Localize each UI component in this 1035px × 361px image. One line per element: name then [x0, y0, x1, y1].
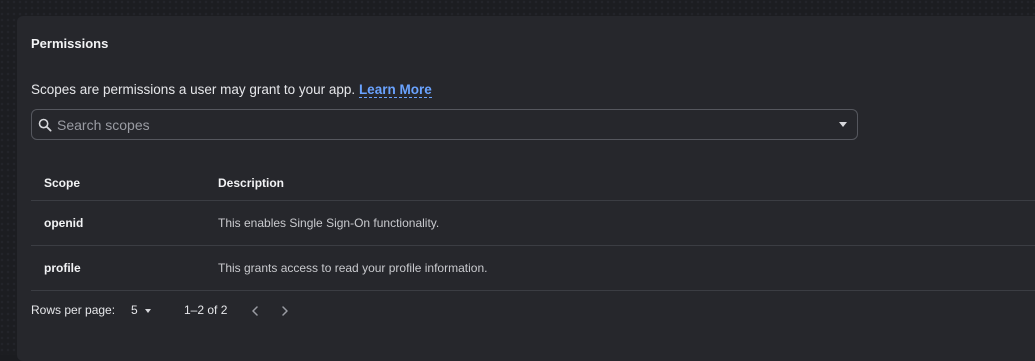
scopes-table: Scope Description openid This enables Si…	[31, 165, 1035, 291]
rows-per-page-select[interactable]: 5	[129, 301, 159, 321]
table-row: profile This grants access to read your …	[31, 246, 1035, 291]
chevron-down-icon[interactable]	[839, 122, 847, 127]
intro-text: Scopes are permissions a user may grant …	[31, 82, 432, 98]
column-header-description: Description	[218, 175, 285, 190]
search-icon	[38, 118, 52, 132]
table-header: Scope Description	[31, 165, 1035, 201]
rows-per-page-value: 5	[131, 303, 138, 317]
chevron-down-icon	[145, 309, 151, 313]
table-row: openid This enables Single Sign-On funct…	[31, 201, 1035, 246]
rows-per-page-label: Rows per page:	[31, 303, 116, 317]
intro-description: Scopes are permissions a user may grant …	[31, 82, 356, 97]
permissions-card: Permissions Scopes are permissions a use…	[17, 16, 1035, 361]
search-input[interactable]	[57, 110, 817, 139]
learn-more-link[interactable]: Learn More	[358, 82, 432, 98]
scope-description: This grants access to read your profile …	[218, 261, 488, 275]
chevron-right-icon[interactable]	[277, 303, 293, 319]
scope-name: profile	[44, 261, 81, 275]
search-scopes-field[interactable]	[31, 109, 858, 140]
scope-description: This enables Single Sign-On functionalit…	[218, 216, 440, 230]
pagination-range: 1–2 of 2	[184, 303, 228, 317]
chevron-left-icon[interactable]	[247, 303, 263, 319]
column-header-scope: Scope	[44, 175, 81, 190]
scope-name: openid	[44, 216, 84, 230]
card-title: Permissions	[31, 36, 109, 51]
